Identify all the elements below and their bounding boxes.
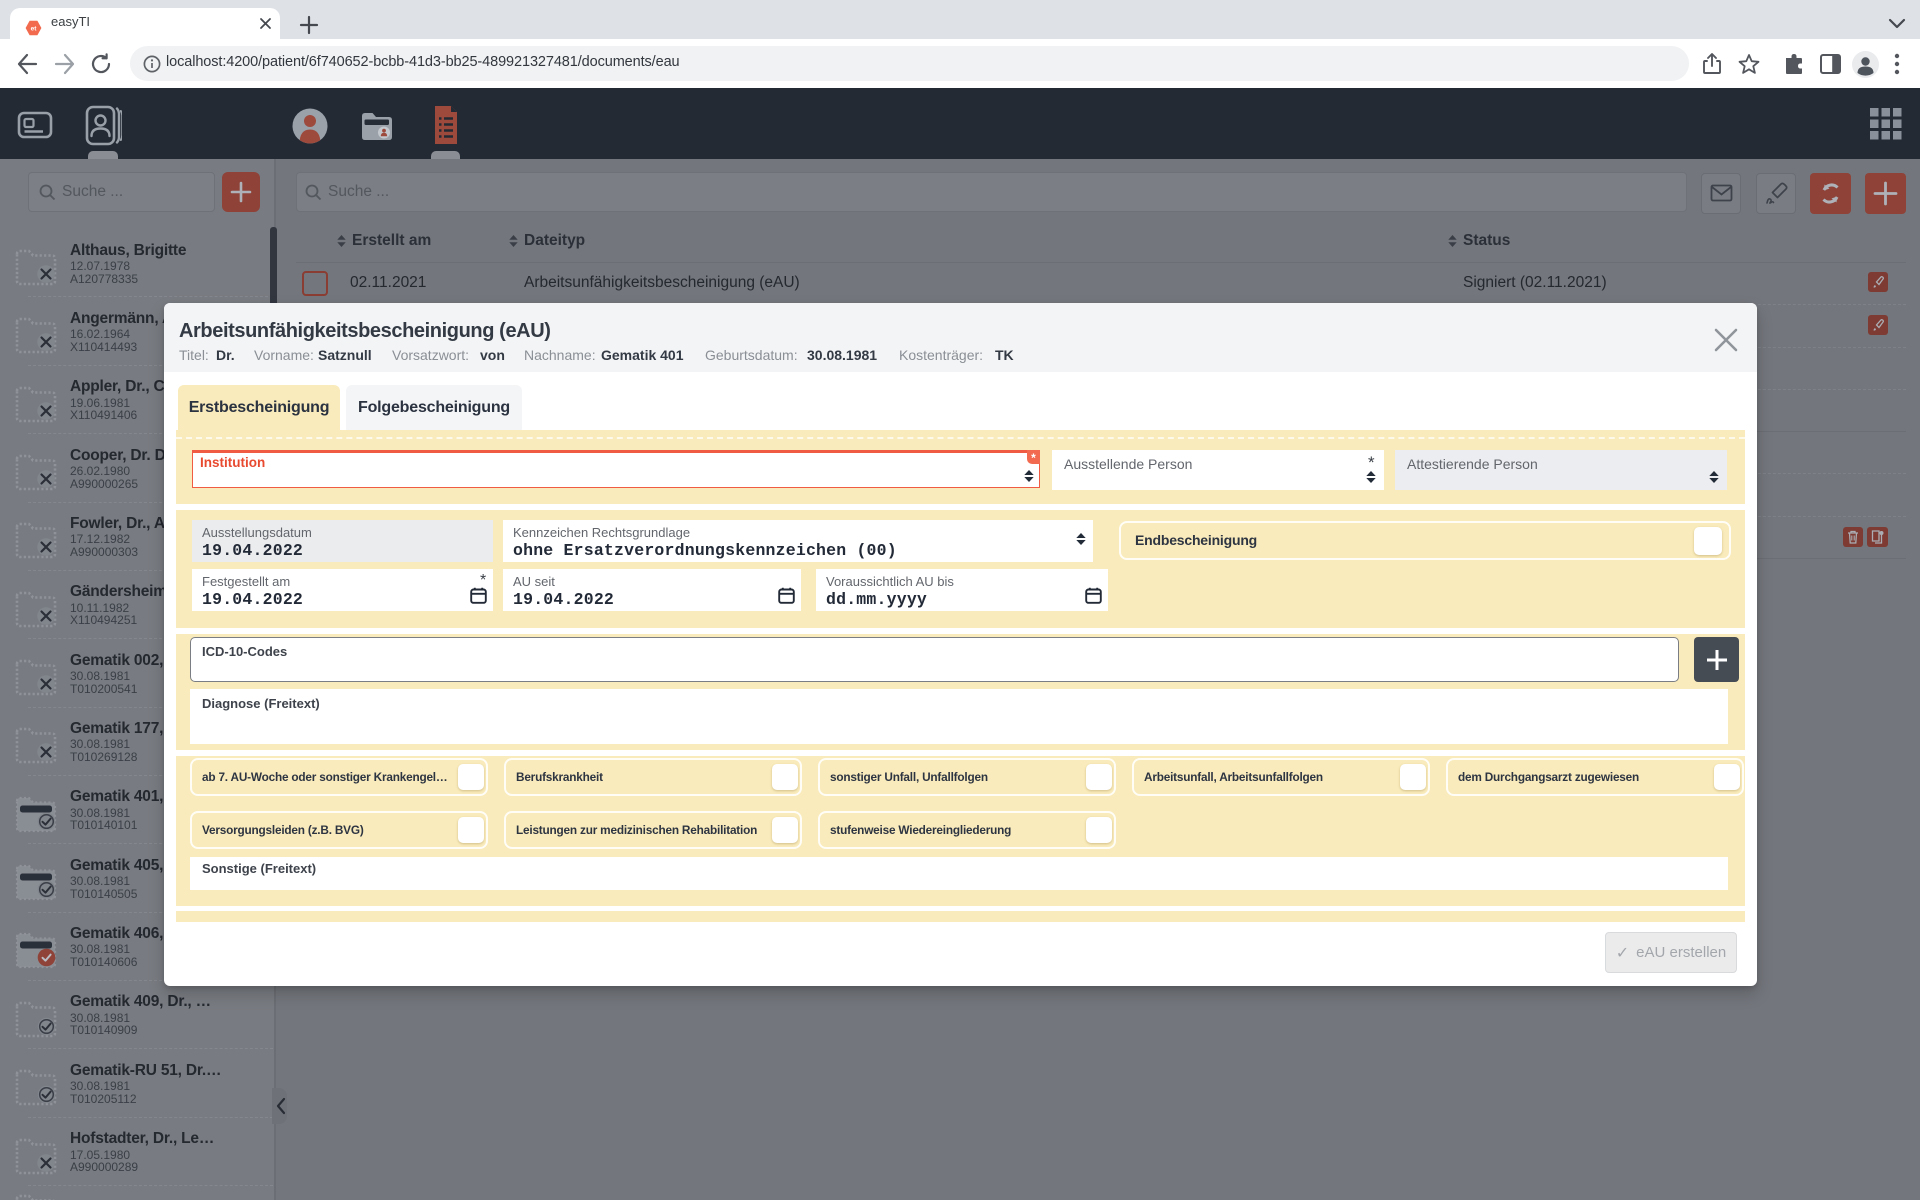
svg-text:et: et [31,26,38,33]
